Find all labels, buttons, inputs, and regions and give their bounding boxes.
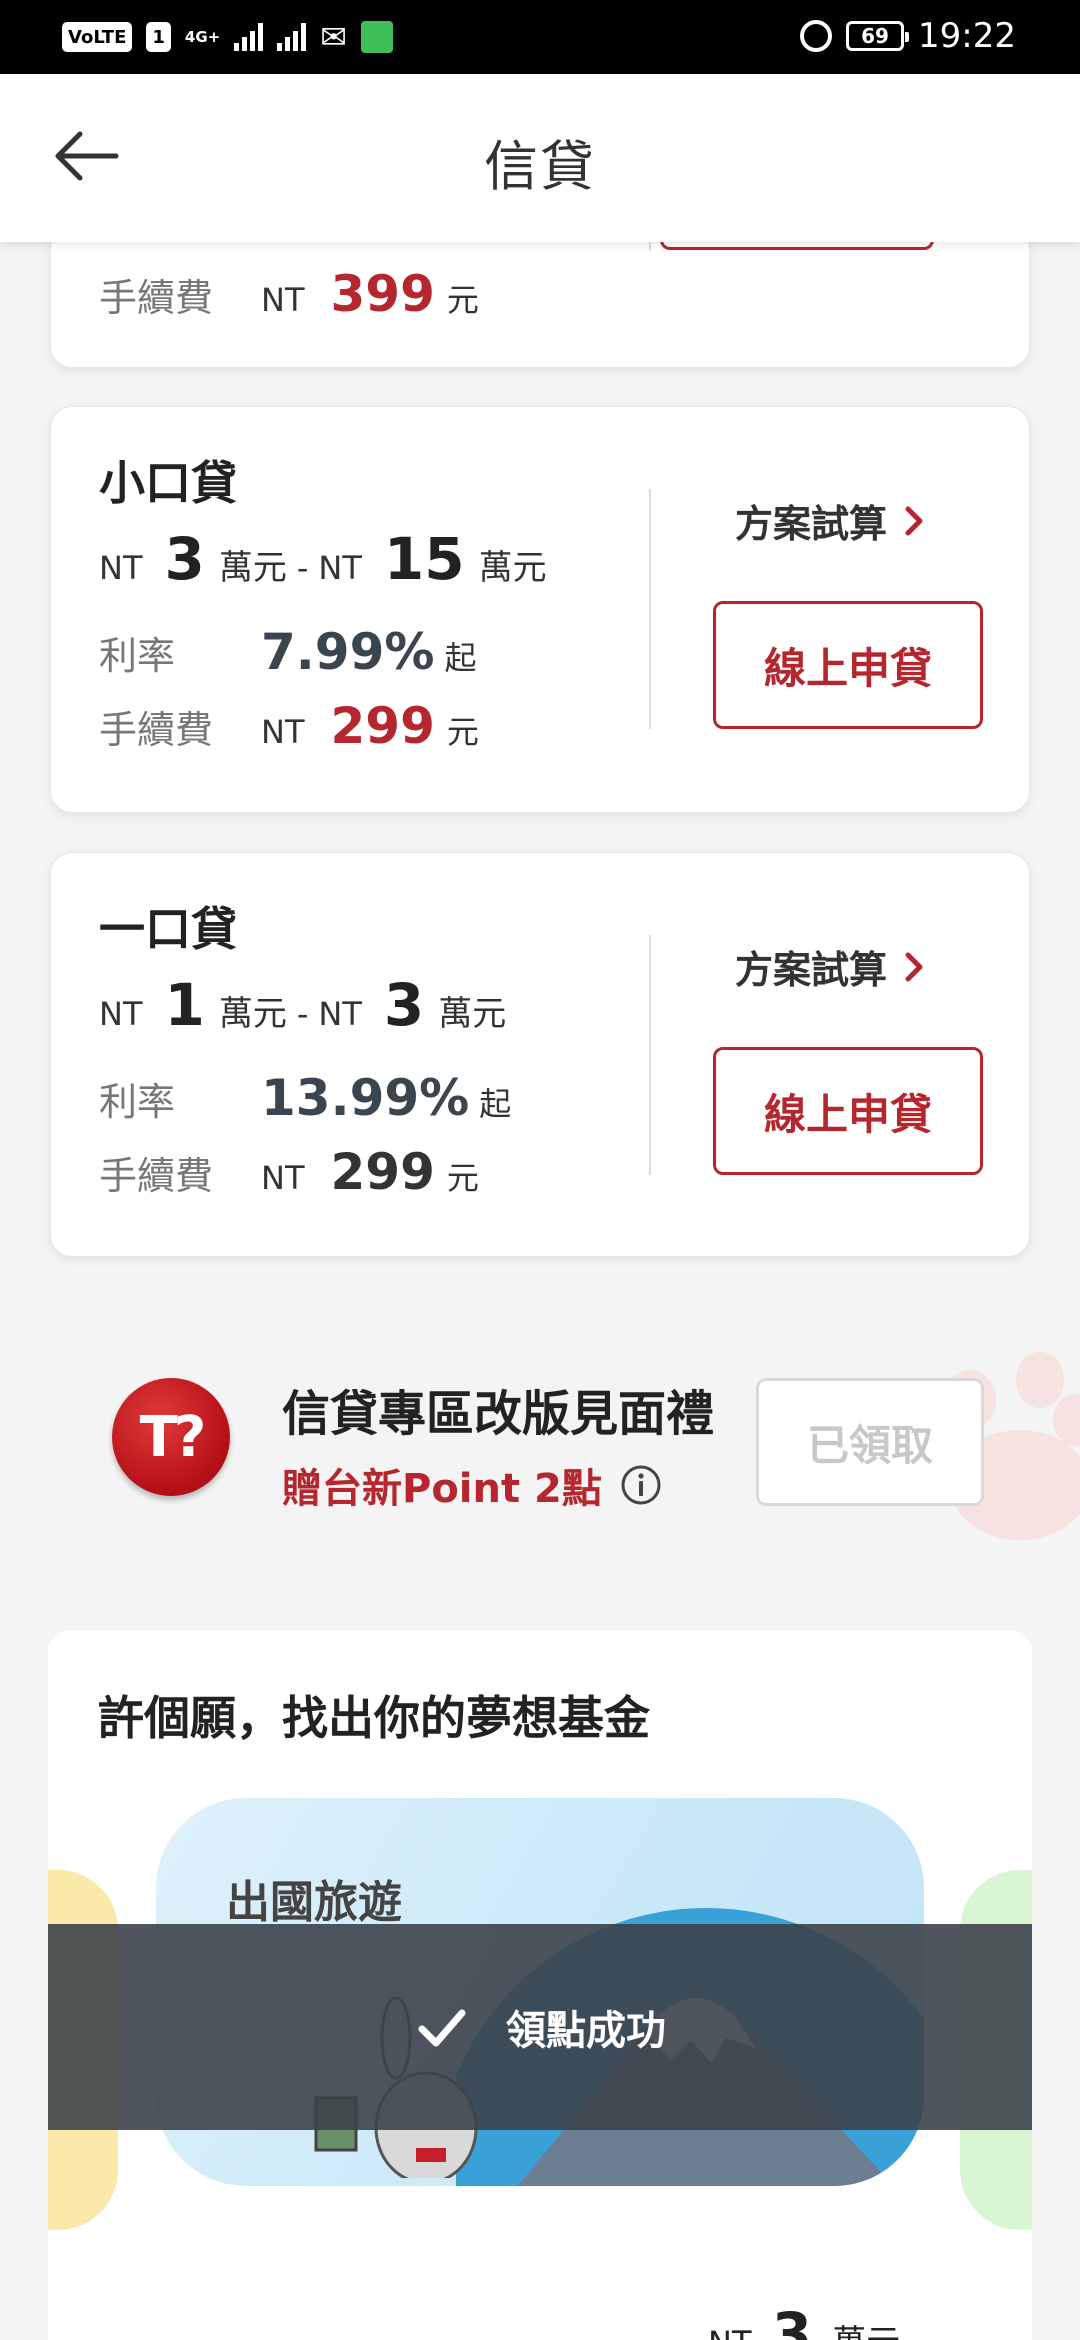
fee-value: 299	[330, 697, 435, 755]
bottom-unit: 萬元	[832, 2323, 900, 2340]
fee-unit: 元	[446, 713, 479, 751]
mail-icon: ✉	[320, 18, 348, 56]
fee-row: 手續費 NT 299 元	[99, 1143, 479, 1201]
checkmark-icon	[418, 2009, 466, 2047]
bottom-amount: 3	[771, 2300, 813, 2340]
min-unit: 萬元	[218, 548, 287, 588]
min-amount: 1	[164, 971, 205, 1039]
card-divider	[649, 489, 651, 729]
volte-badge: VoLTE	[62, 22, 133, 52]
android-icon	[361, 21, 394, 53]
range-separator: -	[296, 549, 309, 587]
chevron-right-icon	[905, 506, 923, 535]
fee-label: 手續費	[99, 276, 214, 320]
min-currency: NT	[99, 995, 143, 1033]
rate-row: 利率 13.99% 起	[99, 1069, 511, 1127]
goal-title: 出國旅遊	[226, 1877, 402, 1928]
fee-currency: NT	[261, 281, 305, 319]
chevron-right-icon	[905, 952, 923, 981]
promo-subtitle-row: 贈台新Point 2點	[282, 1456, 662, 1514]
rate-label: 利率	[99, 1080, 176, 1124]
bottom-amount-peek: NT 3 萬元	[708, 2300, 900, 2340]
rate-row: 利率 7.99% 起	[99, 623, 476, 681]
apply-online-button[interactable]: 線上申貸	[713, 1047, 983, 1175]
fee-currency: NT	[261, 713, 305, 751]
plan-calc-label: 方案試算	[735, 502, 888, 546]
promo-subtitle: 贈台新Point 2點	[282, 1466, 602, 1512]
loan-card: 一口貸 NT 1 萬元 - NT 3 萬元 利率 13.99% 起 手續費 NT…	[50, 852, 1030, 1257]
fee-currency: NT	[261, 1159, 305, 1197]
signal-icon-2	[277, 23, 307, 51]
promo-title: 信貸專區改版見面禮	[282, 1386, 715, 1442]
loan-name: 小口貸	[99, 456, 237, 510]
bottom-currency: NT	[708, 2324, 751, 2340]
battery-icon: 69	[846, 21, 910, 51]
fee-unit: 元	[446, 281, 479, 319]
loan-name: 一口貸	[99, 902, 237, 956]
apply-online-button[interactable]: 線上申貸	[713, 601, 983, 729]
max-unit: 萬元	[478, 548, 547, 588]
status-right: 69 19:22	[800, 14, 1016, 58]
fee-value: 299	[330, 1143, 435, 1201]
min-amount: 3	[164, 525, 205, 593]
rate-value: 7.99%	[261, 623, 435, 681]
toast-message: 領點成功	[506, 2008, 666, 2054]
range-separator: -	[296, 995, 309, 1033]
max-amount: 15	[383, 525, 465, 593]
rate-suffix: 起	[479, 1085, 512, 1123]
loan-amount-range: NT 1 萬元 - NT 3 萬元	[99, 971, 506, 1039]
plan-calc-link[interactable]: 方案試算	[735, 493, 923, 548]
app-header: 信貸	[0, 74, 1080, 242]
loan-card: 小口貸 NT 3 萬元 - NT 15 萬元 利率 7.99% 起 手續費 NT…	[50, 406, 1030, 813]
fee-unit: 元	[446, 1159, 479, 1197]
network-type: 4G+	[184, 28, 221, 46]
max-unit: 萬元	[438, 994, 507, 1034]
fee-label: 手續費	[99, 708, 214, 752]
info-icon[interactable]	[620, 1464, 662, 1506]
plan-calc-link[interactable]: 方案試算	[735, 939, 923, 994]
rate-suffix: 起	[444, 639, 477, 677]
card-divider	[649, 935, 651, 1175]
clock: 19:22	[918, 16, 1016, 56]
page-title: 信貸	[484, 135, 596, 198]
max-currency: NT	[318, 995, 362, 1033]
fee-row: 手續費 NT 399 元	[99, 265, 479, 323]
rate-value: 13.99%	[261, 1069, 470, 1127]
loan-amount-range: NT 3 萬元 - NT 15 萬元	[99, 525, 547, 593]
min-currency: NT	[99, 549, 143, 587]
success-toast: 領點成功	[48, 1924, 1032, 2130]
plan-calc-label: 方案試算	[735, 948, 888, 992]
max-amount: 3	[383, 971, 425, 1039]
max-currency: NT	[318, 549, 362, 587]
fee-label: 手續費	[99, 1154, 214, 1198]
sim-badge: 1	[146, 22, 171, 52]
fee-value: 399	[330, 265, 435, 323]
alarm-icon	[800, 20, 833, 52]
section-title: 許個願，找出你的夢想基金	[98, 1691, 650, 1745]
claimed-button[interactable]: 已領取	[756, 1378, 984, 1506]
fee-row: 手續費 NT 299 元	[99, 697, 479, 755]
taishin-point-logo: T?	[112, 1378, 230, 1496]
status-left: VoLTE 1 4G+ ✉	[62, 18, 394, 56]
signal-icon	[234, 23, 264, 51]
rate-label: 利率	[99, 634, 176, 678]
status-bar: VoLTE 1 4G+ ✉ 69 19:22	[0, 0, 1080, 74]
battery-level: 69	[861, 24, 889, 48]
min-unit: 萬元	[218, 994, 287, 1034]
